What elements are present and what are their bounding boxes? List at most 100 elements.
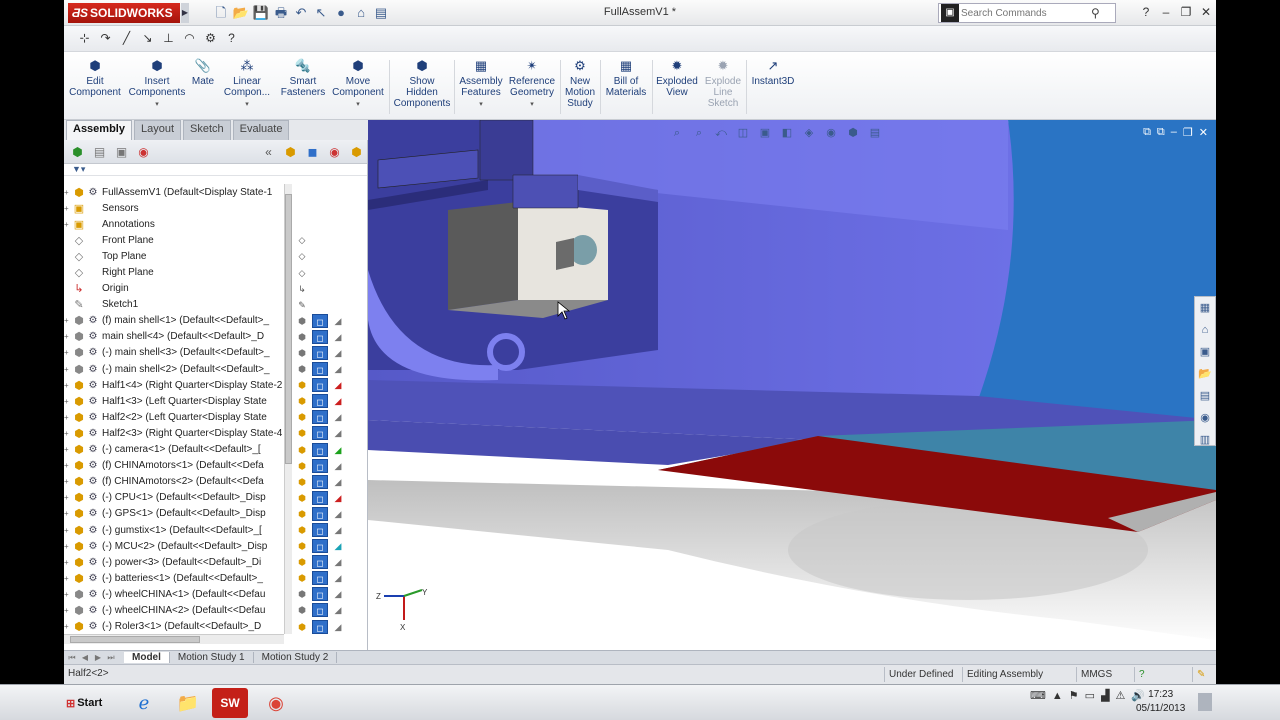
reference-geometry-button[interactable]: ✴ Reference Geometry ▾ — [508, 58, 556, 110]
expand-icon[interactable]: + — [64, 220, 72, 229]
tree-item[interactable]: + ⬢ ⚙ (-) wheelCHINA<1> (Default<<Defau — [64, 586, 284, 602]
appearance-triangle-icon[interactable]: ◢ — [330, 426, 346, 440]
tree-item[interactable]: + ⬢ ⚙ Half2<3> (Right Quarter<Display State… — [64, 425, 284, 441]
component-visibility-icon[interactable]: ⬢ — [294, 443, 310, 457]
component-visibility-icon[interactable]: ⬢ — [294, 507, 310, 521]
component-visibility-icon[interactable]: ⬢ — [294, 410, 310, 424]
display-mode-icon[interactable]: ◻ — [312, 555, 328, 570]
expand-icon[interactable]: + — [64, 526, 72, 535]
network-icon[interactable]: ▟ — [1101, 689, 1109, 702]
resources-icon[interactable]: ▦ — [1196, 299, 1214, 317]
design-library-icon[interactable]: ▣ — [1196, 343, 1214, 361]
display-mode-icon[interactable]: ◻ — [312, 394, 328, 409]
appearance-triangle-icon[interactable]: ◢ — [330, 394, 346, 408]
search-commands-input[interactable] — [961, 7, 1091, 19]
help-icon[interactable]: ? — [1138, 4, 1154, 20]
tree-item[interactable]: + ⬢ ⚙ (f) CHINAmotors<1> (Default<<Defa — [64, 458, 284, 474]
restore-icon[interactable]: ❐ — [1178, 4, 1194, 20]
hide-show-icon[interactable]: ◇ — [294, 233, 310, 247]
tree-item[interactable]: ◇ Front Plane — [64, 232, 284, 248]
close-icon[interactable]: ✕ — [1199, 126, 1208, 139]
status-units[interactable]: MMGS — [1076, 667, 1112, 682]
custom-properties-icon[interactable]: ▥ — [1196, 431, 1214, 449]
tree-item[interactable]: + ⬢ ⚙ (-) GPS<1> (Default<<Default>_Disp — [64, 506, 284, 522]
expand-icon[interactable]: + — [64, 397, 72, 406]
tab-sketch[interactable]: Sketch — [183, 120, 231, 140]
tree-item[interactable]: + ⬢ ⚙ (-) CPU<1> (Default<<Default>_Disp — [64, 490, 284, 506]
expand-icon[interactable]: + — [64, 606, 72, 615]
hide-show-icon[interactable]: ↳ — [294, 282, 310, 296]
tree-item[interactable]: ✎ Sketch1 — [64, 297, 284, 313]
tree-item[interactable]: + ⬢ ⚙ (f) CHINAmotors<2> (Default<<Defa — [64, 474, 284, 490]
tab-model[interactable]: Model — [124, 652, 170, 663]
display-mode-icon[interactable]: ◻ — [312, 506, 328, 521]
exploded-view-button[interactable]: ✹ Exploded View — [654, 58, 700, 98]
expand-icon[interactable]: + — [64, 493, 72, 502]
tree-item[interactable]: + ⬢ ⚙ (-) camera<1> (Default<<Default>_[ — [64, 442, 284, 458]
dropdown-arrow-icon[interactable]: ▾ — [220, 99, 274, 110]
save-icon[interactable]: 💾 — [252, 4, 270, 22]
tree-item[interactable]: + ⬢ ⚙ (-) power<3> (Default<<Default>_Di — [64, 554, 284, 570]
hide-show-icon[interactable]: ◇ — [294, 249, 310, 263]
tree-vertical-scrollbar[interactable] — [284, 184, 292, 634]
options-icon[interactable]: ▤ — [372, 4, 390, 22]
display-mode-icon[interactable]: ◻ — [312, 587, 328, 602]
display-mode-icon[interactable]: ◻ — [312, 442, 328, 457]
edit-appearance-icon[interactable]: ◉ — [822, 126, 840, 140]
tree-item[interactable]: + ⬢ ⚙ (f) main shell<1> (Default<<Default>_ — [64, 313, 284, 329]
appearance-triangle-icon[interactable]: ◢ — [330, 523, 346, 537]
dropdown-arrow-icon[interactable]: ▾ — [330, 99, 386, 110]
expand-icon[interactable]: + — [64, 188, 72, 197]
prev-tab-icon[interactable]: ◀ — [79, 653, 91, 663]
display-mode-icon[interactable]: ◻ — [312, 313, 328, 328]
display-mode-icon[interactable]: ◻ — [312, 362, 328, 377]
component-visibility-icon[interactable]: ⬢ — [294, 603, 310, 617]
display-mode-icon[interactable]: ◻ — [312, 378, 328, 393]
component-visibility-icon[interactable]: ⬢ — [294, 587, 310, 601]
collapse-arrows-icon[interactable]: « — [259, 143, 278, 161]
tree-item[interactable]: ◇ Top Plane — [64, 248, 284, 264]
start-button[interactable]: ⊞ Start — [66, 690, 112, 716]
expand-icon[interactable]: + — [64, 461, 72, 470]
zoom-to-fit-icon[interactable]: ⌕ — [668, 126, 686, 140]
show-hidden-icons[interactable]: ▲ — [1052, 690, 1063, 702]
expand-icon[interactable]: + — [64, 381, 72, 390]
component-visibility-icon[interactable]: ⬢ — [294, 571, 310, 585]
appearance-triangle-icon[interactable]: ◢ — [330, 491, 346, 505]
solidworks-taskbar-icon[interactable]: SW — [212, 688, 248, 718]
print-icon[interactable]: 🖶 — [272, 4, 290, 22]
configuration-manager-icon[interactable]: ▣ — [112, 143, 131, 161]
rebuild-icon[interactable]: ● — [332, 4, 350, 22]
view-settings-icon[interactable]: ▤ — [866, 126, 884, 140]
appearance-triangle-icon[interactable]: ◢ — [330, 475, 346, 489]
component-visibility-icon[interactable]: ⬢ — [294, 620, 310, 634]
home-icon[interactable]: ⌂ — [1196, 321, 1214, 339]
line-icon[interactable]: ╱ — [118, 30, 135, 47]
hat-icon[interactable]: ◠ — [181, 30, 198, 47]
chrome-icon[interactable]: ◉ — [258, 688, 294, 718]
tab-layout[interactable]: Layout — [133, 120, 182, 140]
expand-icon[interactable]: + — [64, 590, 72, 599]
expand-icon[interactable]: + — [64, 365, 72, 374]
clock[interactable]: 17:23 05/11/2013 — [1136, 688, 1185, 716]
tab-assembly[interactable]: Assembly — [66, 120, 132, 140]
appearances-icon[interactable]: ◉ — [1196, 409, 1214, 427]
appearance-col-icon[interactable]: ◉ — [325, 143, 344, 161]
display-mode-icon[interactable]: ◻ — [312, 410, 328, 425]
view-orientation-icon[interactable]: ▣ — [756, 126, 774, 140]
appearance-triangle-icon[interactable]: ◢ — [330, 587, 346, 601]
display-mode-icon[interactable]: ◻ — [312, 539, 328, 554]
expand-icon[interactable]: + — [64, 429, 72, 438]
point-icon[interactable]: ⊥ — [160, 30, 177, 47]
components-col-icon[interactable]: ⬢ — [281, 143, 300, 161]
tree-item[interactable]: + ⬢ ⚙ (-) wheelCHINA<2> (Default<<Defau — [64, 602, 284, 618]
menu-expand-arrow[interactable]: ▶ — [181, 3, 189, 23]
component-visibility-icon[interactable]: ⬢ — [294, 362, 310, 376]
appearance-triangle-icon[interactable]: ◢ — [330, 603, 346, 617]
tab-evaluate[interactable]: Evaluate — [232, 120, 290, 140]
instant3d-button[interactable]: ↗ Instant3D — [748, 58, 798, 87]
tree-item[interactable]: + ⬢ ⚙ Half1<4> (Right Quarter<Display State… — [64, 377, 284, 393]
edit-component-button[interactable]: ⬢ Edit Component — [66, 58, 124, 98]
file-properties-icon[interactable]: ⌂ — [352, 4, 370, 22]
undo-icon[interactable]: ↶ — [292, 4, 310, 22]
